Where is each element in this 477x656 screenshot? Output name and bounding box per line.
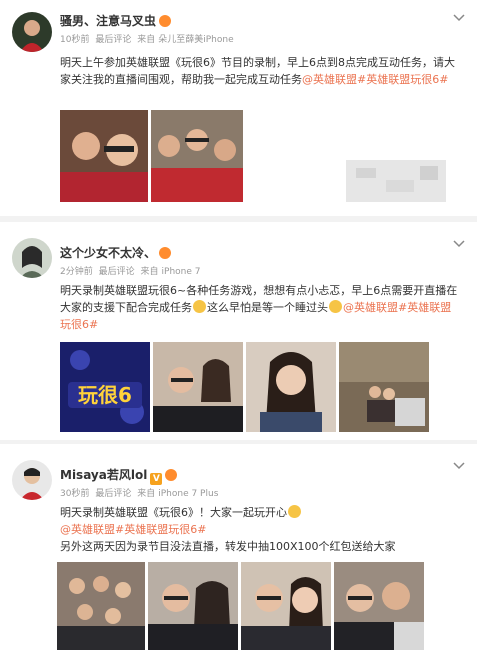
avatar[interactable] (12, 12, 52, 52)
post-body-cont: 这么早怕是等一个睡过头 (207, 301, 328, 314)
verified-v-icon: V (150, 473, 163, 485)
mention-link[interactable]: @英雄联盟 (60, 523, 115, 536)
recent-comment: 最后评论 (98, 267, 135, 277)
blurred-photo (346, 160, 446, 202)
post-photo-3[interactable] (241, 562, 331, 650)
post-body: 明天录制英雄联盟《玩很6》！大家一起玩开心 (60, 506, 287, 519)
source-prefix: 来自 (137, 35, 156, 45)
post-source[interactable]: iPhone 7 Plus (158, 489, 218, 499)
post-photo-4[interactable] (334, 562, 424, 650)
hashtag-link[interactable]: #英雄联盟玩很6# (357, 73, 448, 86)
post-line-3: 另外这两天因为录节目没法直播，转发中抽100X100个红包送给大家 (60, 538, 460, 555)
avatar[interactable] (12, 460, 52, 500)
post-meta: 30秒前 最后评论 来自 iPhone 7 Plus (60, 486, 221, 499)
post-photo-2[interactable] (151, 110, 243, 202)
chevron-down-icon[interactable] (453, 462, 465, 472)
weibo-post-1: 骚男、注意马叉虫 10秒前 最后评论 来自 朵儿至薛美iPhone 明天上午参加英… (0, 0, 477, 222)
post-photo-4[interactable] (339, 342, 429, 432)
recent-comment: 最后评论 (95, 489, 132, 499)
post-meta: 2分钟前 最后评论 来自 iPhone 7 (60, 264, 203, 277)
post-photo-1[interactable]: 玩很6 (60, 342, 150, 432)
post-photo-2[interactable] (153, 342, 243, 432)
post-time[interactable]: 30秒前 (60, 489, 89, 499)
post-time[interactable]: 2分钟前 (60, 267, 93, 277)
post-line-1: 明天录制英雄联盟《玩很6》！大家一起玩开心 (60, 504, 460, 521)
user-name[interactable]: 这个少女不太冷、 (60, 244, 172, 261)
post-line-2: @英雄联盟#英雄联盟玩很6# (60, 521, 460, 538)
post-text: 明天录制英雄联盟《玩很6》！大家一起玩开心 @英雄联盟#英雄联盟玩很6# 另外这… (60, 504, 460, 555)
source-prefix: 来自 (140, 267, 159, 277)
emoji-icon (329, 300, 342, 313)
weibo-post-3: Misaya若风lol V 30秒前 最后评论 来自 iPhone 7 Plus 明… (0, 444, 477, 656)
post-text: 明天录制英雄联盟玩很6~各种任务游戏，想想有点小忐忑，早上6点需要开直播在大家的… (60, 282, 460, 333)
recent-comment: 最后评论 (95, 35, 132, 45)
post-body-cont: 另外这两天因为录节目没法直播，转发中抽100X100个红包送给大家 (60, 540, 396, 553)
post-photo-2[interactable] (148, 562, 238, 650)
mention-link[interactable]: @英雄联盟 (302, 73, 357, 86)
weibo-post-2: 这个少女不太冷、 2分钟前 最后评论 来自 iPhone 7 明天录制英雄联盟玩很… (0, 222, 477, 444)
show-logo: 玩很6 (78, 383, 132, 407)
emoji-icon (193, 300, 206, 313)
vip-crown-icon (159, 15, 172, 27)
emoji-icon (288, 505, 301, 518)
user-name[interactable]: Misaya若风lol V (60, 466, 178, 485)
user-name[interactable]: 骚男、注意马叉虫 (60, 12, 172, 29)
post-source[interactable]: 朵儿至薛美iPhone (158, 35, 233, 45)
post-meta: 10秒前 最后评论 来自 朵儿至薛美iPhone (60, 32, 237, 45)
mention-link[interactable]: @英雄联盟 (343, 301, 398, 314)
hashtag-link[interactable]: #英雄联盟玩很6# (115, 523, 206, 536)
user-name-text[interactable]: Misaya若风lol (60, 468, 147, 482)
post-source[interactable]: iPhone 7 (162, 267, 201, 277)
chevron-down-icon[interactable] (453, 240, 465, 250)
avatar[interactable] (12, 238, 52, 278)
chevron-down-icon[interactable] (453, 14, 465, 24)
post-photo-1[interactable] (60, 110, 148, 202)
vip-crown-icon (165, 469, 178, 481)
post-photo-1[interactable] (57, 562, 145, 650)
user-name-text[interactable]: 骚男、注意马叉虫 (60, 14, 156, 28)
vip-crown-icon (159, 247, 172, 259)
post-text: 明天上午参加英雄联盟《玩很6》节目的录制，早上6点到8点完成互动任务，请大家关注… (60, 54, 460, 88)
post-time[interactable]: 10秒前 (60, 35, 89, 45)
post-photo-3[interactable] (246, 342, 336, 432)
source-prefix: 来自 (137, 489, 156, 499)
user-name-text[interactable]: 这个少女不太冷、 (60, 246, 156, 260)
